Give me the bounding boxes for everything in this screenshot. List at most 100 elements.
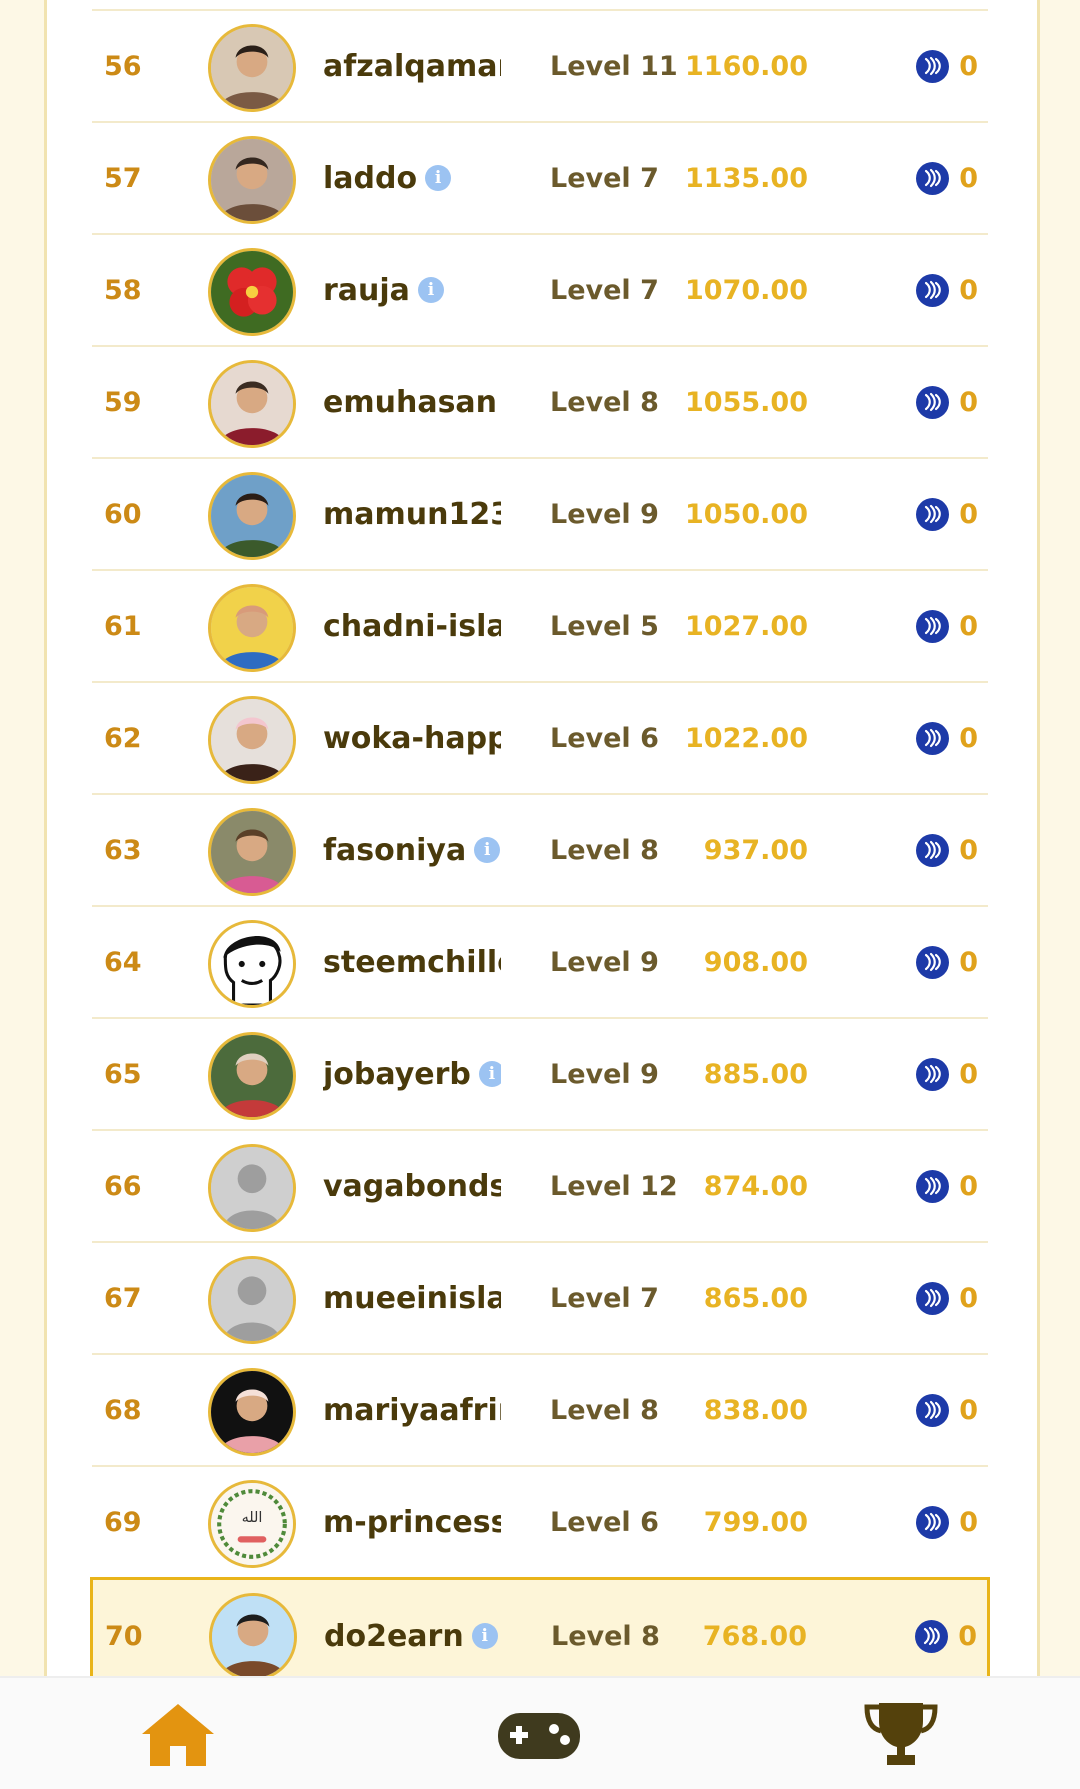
- avatar[interactable]: [208, 1368, 296, 1456]
- username-cell[interactable]: woka-happiness: [323, 683, 501, 793]
- username-cell[interactable]: vagabonds: [323, 1131, 501, 1241]
- score-value: 1022.00: [685, 722, 808, 754]
- rank-number: 68: [104, 1394, 142, 1426]
- reward-value: 0: [958, 1620, 977, 1652]
- username: mariyaafrin: [323, 1392, 501, 1428]
- rank-number: 58: [104, 274, 142, 306]
- nav-leaderboard-button[interactable]: [856, 1700, 946, 1770]
- username-cell[interactable]: steemchiller: [323, 907, 501, 1017]
- level-label: Level 12: [550, 1170, 678, 1202]
- reward-cell: 0: [916, 683, 978, 793]
- avatar[interactable]: [208, 1256, 296, 1344]
- avatar[interactable]: [208, 1144, 296, 1232]
- leaderboard-row[interactable]: 59 emuhasani Level 8 1055.00 0: [92, 347, 988, 459]
- leaderboard-row[interactable]: 62 woka-happiness Level 6 1022.00 0: [92, 683, 988, 795]
- username: mueeinislam: [323, 1280, 501, 1316]
- level-label: Level 7: [550, 162, 659, 194]
- rank-number: 66: [104, 1170, 142, 1202]
- leaderboard-row[interactable]: 61 chadni-islam Level 5 1027.00 0: [92, 571, 988, 683]
- nav-games-button[interactable]: [494, 1700, 584, 1770]
- leaderboard-row[interactable]: 60 mamun1234 Level 9 1050.00 0: [92, 459, 988, 571]
- avatar[interactable]: [208, 696, 296, 784]
- reward-cell: 0: [916, 235, 978, 345]
- rank-number: 65: [104, 1058, 142, 1090]
- leaderboard-row[interactable]: 66 vagabonds Level 12 874.00 0: [92, 1131, 988, 1243]
- reward-cell: 0: [916, 1355, 978, 1465]
- username-cell[interactable]: mariyaafrin: [323, 1355, 501, 1465]
- avatar[interactable]: [208, 248, 296, 336]
- info-icon[interactable]: i: [417, 277, 444, 303]
- username-cell[interactable]: chadni-islam: [323, 571, 501, 681]
- avatar[interactable]: [208, 472, 296, 560]
- score-value: 908.00: [703, 946, 808, 978]
- reward-cell: 0: [916, 907, 978, 1017]
- level-label: Level 8: [550, 386, 659, 418]
- steem-icon: [916, 1393, 950, 1427]
- steem-icon: [916, 1169, 950, 1203]
- steem-icon: [916, 1057, 950, 1091]
- level-label: Level 5: [550, 610, 659, 642]
- username-cell[interactable]: m-princess: [323, 1467, 501, 1577]
- info-icon[interactable]: i: [474, 837, 501, 863]
- steem-icon: [916, 161, 950, 195]
- score-value: 865.00: [703, 1282, 808, 1314]
- rank-number: 63: [104, 834, 142, 866]
- score-value: 1070.00: [685, 274, 808, 306]
- info-icon[interactable]: i: [478, 1061, 501, 1087]
- gamepad-icon: [498, 1713, 580, 1759]
- avatar[interactable]: الله: [208, 1480, 296, 1568]
- username-cell[interactable]: mamun1234: [323, 459, 501, 569]
- avatar[interactable]: [208, 1032, 296, 1120]
- avatar[interactable]: [208, 808, 296, 896]
- leaderboard-row[interactable]: 63 fasoniya i Level 8 937.00 0: [92, 795, 988, 907]
- username-cell[interactable]: jobayerb i: [323, 1019, 501, 1129]
- steem-icon: [916, 273, 950, 307]
- rank-number: 69: [104, 1506, 142, 1538]
- avatar[interactable]: [208, 24, 296, 112]
- username-cell[interactable]: fasoniya i: [323, 795, 501, 905]
- leaderboard-row[interactable]: 65 jobayerb i Level 9 885.00 0: [92, 1019, 988, 1131]
- avatar[interactable]: [208, 136, 296, 224]
- reward-cell: 0: [916, 1243, 978, 1353]
- info-icon[interactable]: i: [471, 1623, 498, 1649]
- username: afzalqamar: [323, 48, 501, 84]
- rank-number: 60: [104, 498, 142, 530]
- leaderboard-row[interactable]: 68 mariyaafrin Level 8 838.00 0: [92, 1355, 988, 1467]
- rank-number: 59: [104, 386, 142, 418]
- username-cell[interactable]: rauja i: [323, 235, 501, 345]
- username-cell[interactable]: mueeinislam: [323, 1243, 501, 1353]
- score-value: 768.00: [702, 1620, 807, 1652]
- avatar[interactable]: [208, 360, 296, 448]
- username-cell[interactable]: do2earn i: [324, 1580, 502, 1676]
- steem-icon: [916, 945, 950, 979]
- avatar[interactable]: [209, 1593, 297, 1676]
- steem-icon: [916, 49, 950, 83]
- username-cell[interactable]: emuhasani: [323, 347, 501, 457]
- username: laddo: [323, 160, 418, 196]
- leaderboard-row[interactable]: 56 afzalqamar Level 11 1160.00 0: [92, 11, 988, 123]
- score-value: 874.00: [703, 1170, 808, 1202]
- username: steemchiller: [323, 944, 501, 980]
- leaderboard-row-current-user[interactable]: 70 do2earn i Level 8 768.00 0: [90, 1577, 990, 1676]
- leaderboard-row[interactable]: 58 rauja i Level 7 1070.00 0: [92, 235, 988, 347]
- reward-cell: 0: [916, 347, 978, 457]
- leaderboard-row[interactable]: 69 الله m-princess Level 6 799.00 0: [92, 1467, 988, 1579]
- leaderboard-row[interactable]: 67 mueeinislam Level 7 865.00 0: [92, 1243, 988, 1355]
- rank-number: 70: [105, 1620, 143, 1652]
- avatar[interactable]: [208, 920, 296, 1008]
- nav-home-button[interactable]: [133, 1700, 223, 1770]
- info-icon[interactable]: i: [425, 165, 452, 191]
- username-cell[interactable]: afzalqamar: [323, 11, 501, 121]
- level-label: Level 7: [550, 274, 659, 306]
- reward-cell: 0: [916, 459, 978, 569]
- reward-cell: 0: [915, 1580, 977, 1676]
- score-value: 1050.00: [685, 498, 808, 530]
- reward-value: 0: [959, 1170, 978, 1202]
- steem-icon: [916, 497, 950, 531]
- avatar[interactable]: [208, 584, 296, 672]
- leaderboard-row[interactable]: 64 steemchiller Level 9 908.00 0: [92, 907, 988, 1019]
- username-cell[interactable]: laddo i: [323, 123, 501, 233]
- leaderboard-row[interactable]: 57 laddo i Level 7 1135.00 0: [92, 123, 988, 235]
- reward-cell: 0: [916, 1019, 978, 1129]
- username: do2earn: [324, 1618, 464, 1654]
